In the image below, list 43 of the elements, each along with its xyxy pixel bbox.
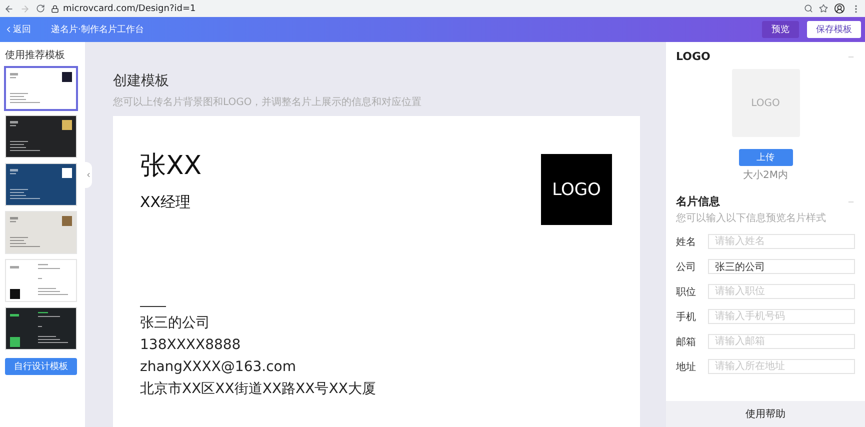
preview-button[interactable]: 预览 (762, 21, 799, 38)
input-field[interactable]: 请输入手机号码 (708, 309, 855, 324)
input-field[interactable]: 张三的公司 (708, 259, 855, 274)
field-label: 公司 (676, 260, 697, 274)
card-company: 张三的公司 (140, 314, 211, 333)
card-logo: LOGO (541, 154, 612, 225)
size-hint: 大小2M内 (743, 168, 788, 182)
template-thumbnail[interactable] (5, 67, 77, 110)
card-phone: 138XXXX8888 (140, 336, 242, 355)
account-icon[interactable] (834, 3, 845, 14)
help-link[interactable]: 使用帮助 (666, 401, 865, 427)
search-icon[interactable] (804, 4, 813, 13)
star-icon[interactable] (819, 4, 828, 13)
card-address: 北京市XX区XX街道XX路XX号XX大厦 (140, 380, 377, 399)
upload-button[interactable]: 上传 (738, 149, 792, 166)
input-field[interactable]: 请输入职位 (708, 284, 855, 299)
field-label: 姓名 (676, 236, 697, 248)
info-section-title: 名片信息 (676, 194, 720, 209)
field-label: 手机 (676, 310, 697, 324)
page-heading: 创建模板 (113, 72, 170, 90)
sidebar-title: 使用推荐模板 (5, 48, 66, 62)
back-icon[interactable] (4, 4, 14, 14)
logo-section-title: LOGO (676, 50, 710, 63)
info-section-subtitle: 您可以输入以下信息预览名片样式 (676, 212, 827, 225)
page-subtitle: 您可以上传名片背景图和LOGO，并调整名片上展示的信息和对应位置 (113, 96, 423, 109)
card-name: 张XX (140, 150, 202, 183)
input-field[interactable]: 请输入姓名 (708, 234, 855, 249)
field-label: 职位 (676, 286, 697, 298)
lock-icon (51, 4, 59, 12)
card-email: zhangXXXX@163.com (140, 358, 297, 377)
field-label: 邮箱 (676, 336, 697, 348)
reload-icon[interactable] (36, 4, 45, 13)
input-field[interactable]: 请输入邮箱 (708, 334, 855, 349)
back-link[interactable]: 返回 (13, 23, 31, 36)
custom-design-button[interactable]: 自行设计模板 (5, 358, 77, 375)
address-bar[interactable]: microvcard.com/Design?id=1 (63, 4, 196, 14)
input-field[interactable]: 请输入所在地址 (708, 359, 855, 374)
page-title: 递名片·制作名片工作台 (51, 24, 144, 36)
back-chevron-icon[interactable] (4, 25, 13, 34)
save-button[interactable]: 保存模板 (807, 21, 861, 38)
collapse-handle[interactable] (85, 162, 92, 188)
card-position: XX经理 (140, 193, 192, 212)
field-label: 地址 (676, 360, 697, 374)
